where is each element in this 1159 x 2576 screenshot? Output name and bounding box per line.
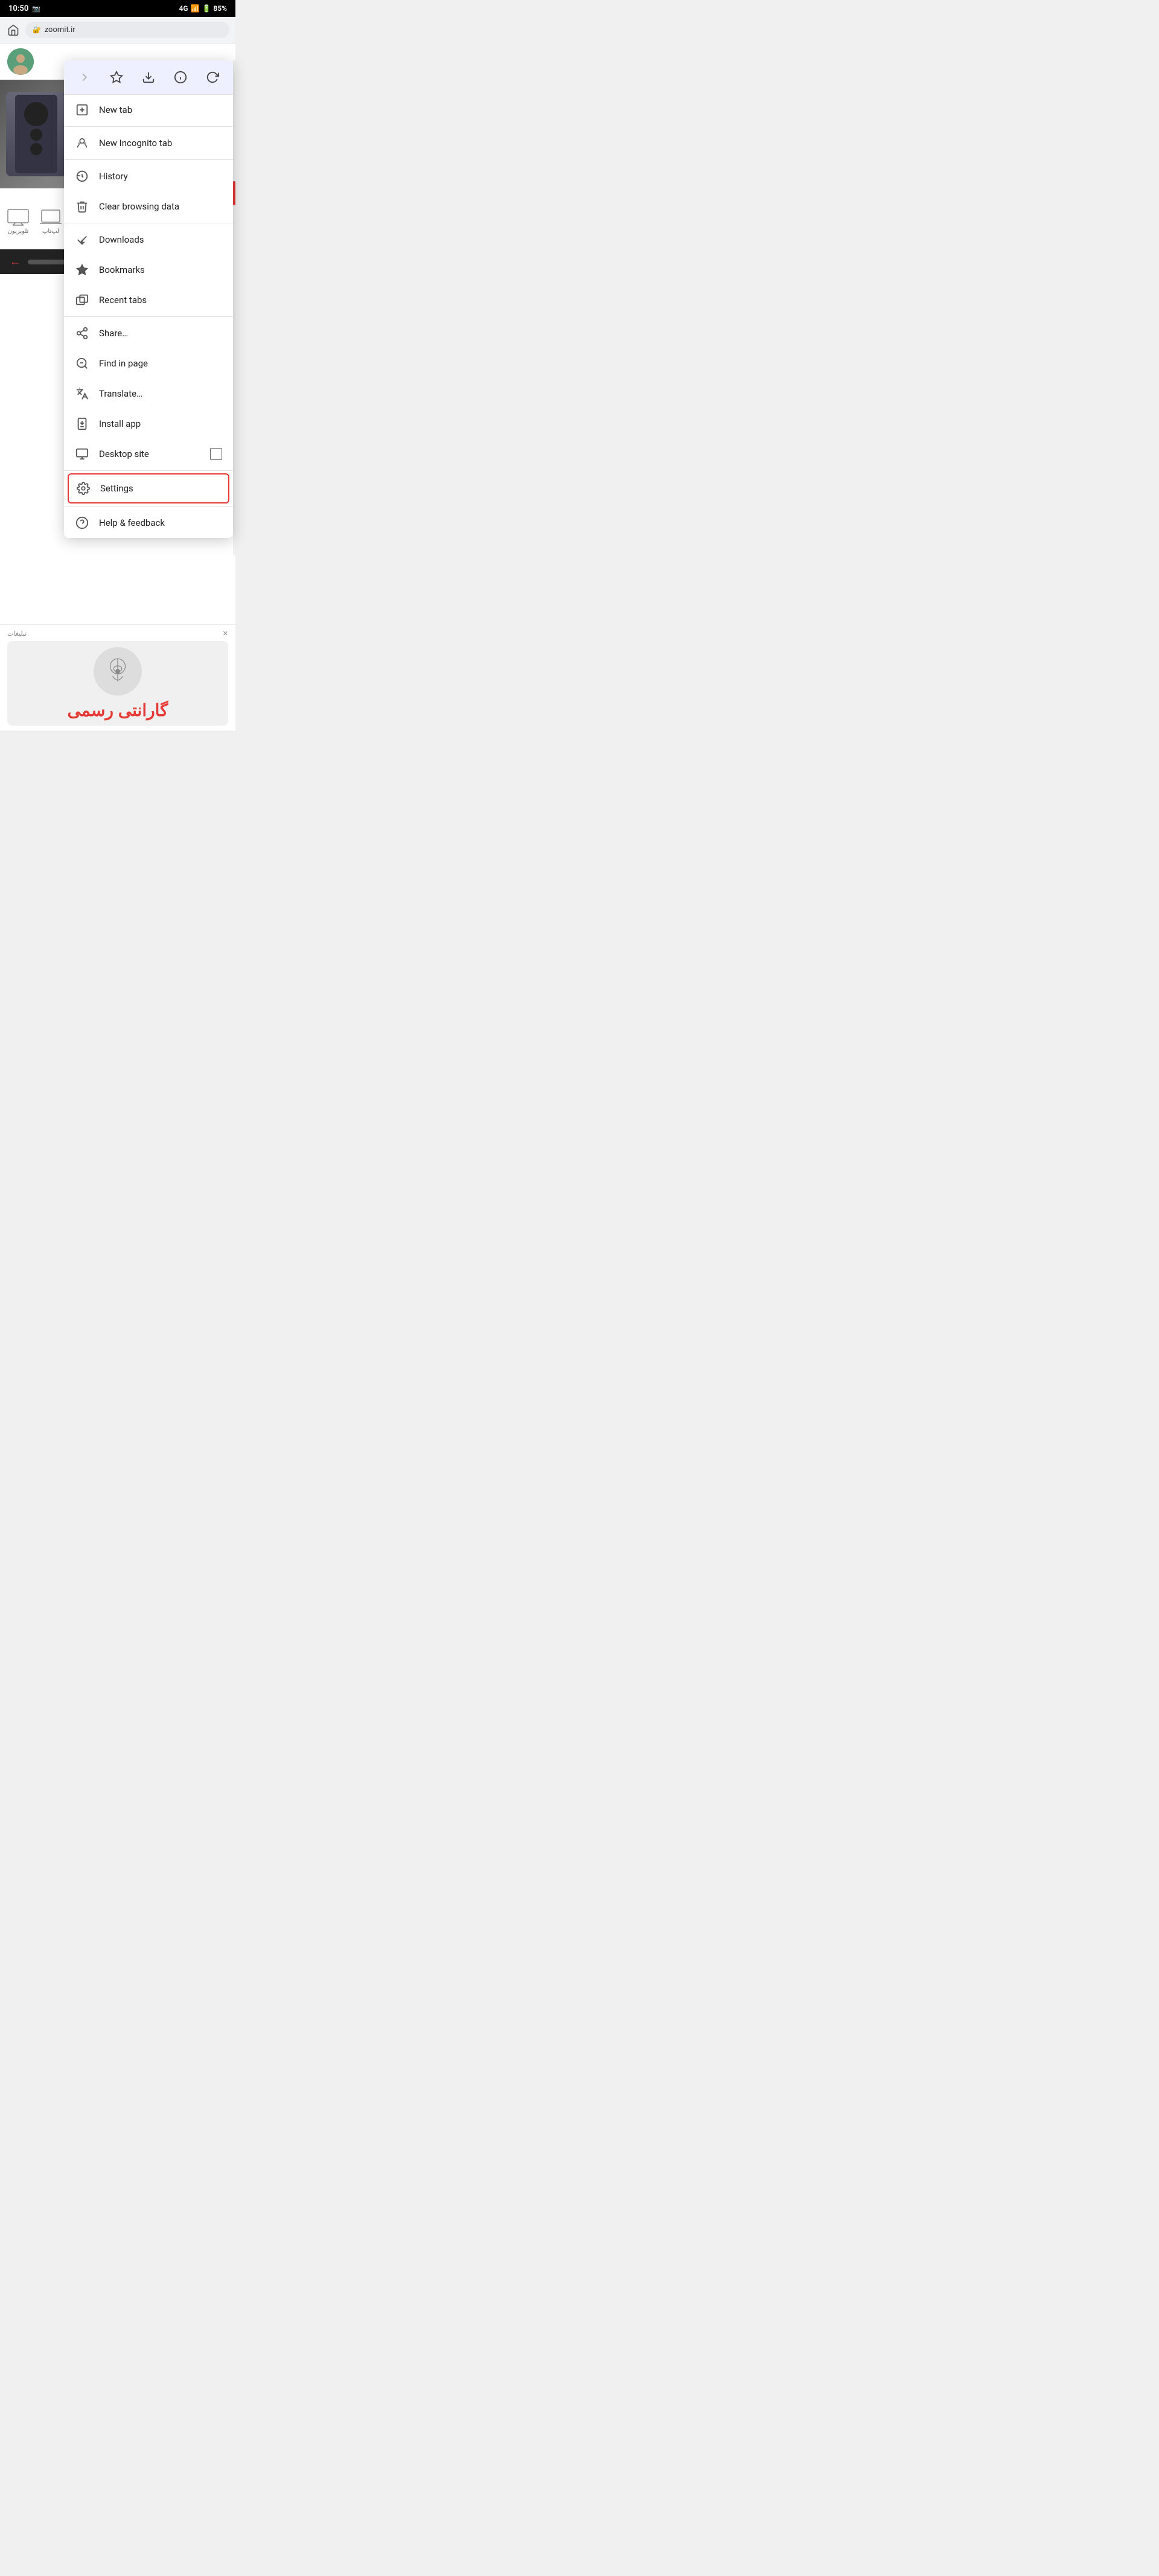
- status-left: 10:50 📷: [8, 4, 40, 13]
- settings-label: Settings: [100, 483, 221, 494]
- divider-2: [64, 159, 233, 160]
- menu-item-install-app[interactable]: Install app: [64, 409, 233, 439]
- info-button[interactable]: [170, 66, 191, 88]
- ad-text: گارانتی رسمی: [67, 700, 168, 720]
- bookmarks-label: Bookmarks: [99, 264, 222, 275]
- bookmarks-icon: [75, 263, 89, 277]
- menu-item-history[interactable]: History: [64, 161, 233, 191]
- install-icon: [75, 417, 89, 431]
- share-icon: [75, 326, 89, 340]
- history-icon: [75, 169, 89, 184]
- new-tab-icon: [75, 103, 89, 117]
- time: 10:50: [8, 4, 28, 13]
- page-content: S24؛ کدام گوشی راهنمایی می‌کند تلویزیون …: [0, 43, 235, 730]
- new-tab-label: New tab: [99, 104, 222, 115]
- battery-icon: 🔋: [202, 4, 211, 13]
- menu-item-translate[interactable]: Translate…: [64, 379, 233, 409]
- ad-content: گارانتی رسمی: [7, 641, 228, 726]
- menu-item-recent-tabs[interactable]: Recent tabs: [64, 285, 233, 315]
- back-arrow-icon[interactable]: ←: [10, 255, 21, 268]
- downloads-label: Downloads: [99, 234, 222, 245]
- recent-tabs-icon: [75, 293, 89, 307]
- cat-tv: تلویزیون: [7, 209, 29, 235]
- menu-item-clear-browsing[interactable]: Clear browsing data: [64, 191, 233, 222]
- menu-toolbar: [64, 60, 233, 95]
- divider-6: [64, 506, 233, 507]
- gear-icon: [76, 481, 91, 496]
- clear-browsing-label: Clear browsing data: [99, 201, 222, 212]
- downloads-icon: [75, 232, 89, 247]
- help-icon: [75, 516, 89, 530]
- status-bar: 10:50 📷 4G 📶 🔋 85%: [0, 0, 235, 17]
- ad-label: تبلیغات: [7, 630, 27, 638]
- browser-chrome: 🔐 zoomit.ir: [0, 17, 235, 43]
- lock-icon: 🔐: [33, 26, 41, 34]
- avatar[interactable]: [7, 48, 34, 75]
- forward-button[interactable]: [74, 66, 95, 88]
- translate-icon: [75, 386, 89, 401]
- ad-header: ✕ تبلیغات: [7, 630, 228, 638]
- desktop-site-checkbox[interactable]: [210, 448, 222, 460]
- url-text: zoomit.ir: [45, 25, 75, 34]
- cat-laptop: لپ‌تاپ: [40, 209, 62, 235]
- menu-item-help-feedback[interactable]: Help & feedback: [64, 508, 233, 538]
- incognito-icon: [75, 136, 89, 150]
- translate-label: Translate…: [99, 388, 222, 399]
- scrollbar-thumb: [233, 181, 235, 205]
- desktop-site-label: Desktop site: [99, 449, 200, 459]
- status-right: 4G 📶 🔋 85%: [179, 4, 227, 13]
- instagram-icon: 📷: [32, 5, 40, 13]
- refresh-button[interactable]: [202, 66, 223, 88]
- bookmark-button[interactable]: [106, 66, 127, 88]
- divider-1: [64, 126, 233, 127]
- address-bar[interactable]: 🔐 zoomit.ir: [25, 22, 229, 38]
- menu-item-new-tab[interactable]: New tab: [64, 95, 233, 125]
- menu-item-desktop-site[interactable]: Desktop site: [64, 439, 233, 469]
- trash-icon: [75, 199, 89, 214]
- download-button[interactable]: [138, 66, 159, 88]
- divider-4: [64, 316, 233, 317]
- desktop-icon: [75, 447, 89, 461]
- home-button[interactable]: [6, 23, 21, 37]
- scrollbar-track[interactable]: [233, 60, 235, 555]
- help-feedback-label: Help & feedback: [99, 517, 222, 528]
- menu-item-bookmarks[interactable]: Bookmarks: [64, 255, 233, 285]
- signal-icon: 📶: [191, 4, 200, 13]
- dropdown-menu: New tab New Incognito tab: [64, 60, 233, 538]
- incognito-tab-label: New Incognito tab: [99, 138, 222, 149]
- share-label: Share…: [99, 328, 222, 339]
- divider-5: [64, 470, 233, 471]
- ad-banner: ✕ تبلیغات گارانتی رسمی: [0, 624, 235, 730]
- recent-tabs-label: Recent tabs: [99, 295, 222, 305]
- battery-percent: 85%: [213, 4, 227, 13]
- menu-item-downloads[interactable]: Downloads: [64, 225, 233, 255]
- menu-item-settings[interactable]: Settings: [68, 473, 229, 503]
- network-icon: 4G: [179, 4, 188, 13]
- menu-item-share[interactable]: Share…: [64, 318, 233, 348]
- find-icon: [75, 356, 89, 371]
- menu-item-new-incognito-tab[interactable]: New Incognito tab: [64, 128, 233, 158]
- find-in-page-label: Find in page: [99, 358, 222, 369]
- menu-item-find-in-page[interactable]: Find in page: [64, 348, 233, 379]
- install-app-label: Install app: [99, 418, 222, 429]
- history-label: History: [99, 171, 222, 182]
- close-ad-icon[interactable]: ✕: [223, 630, 228, 638]
